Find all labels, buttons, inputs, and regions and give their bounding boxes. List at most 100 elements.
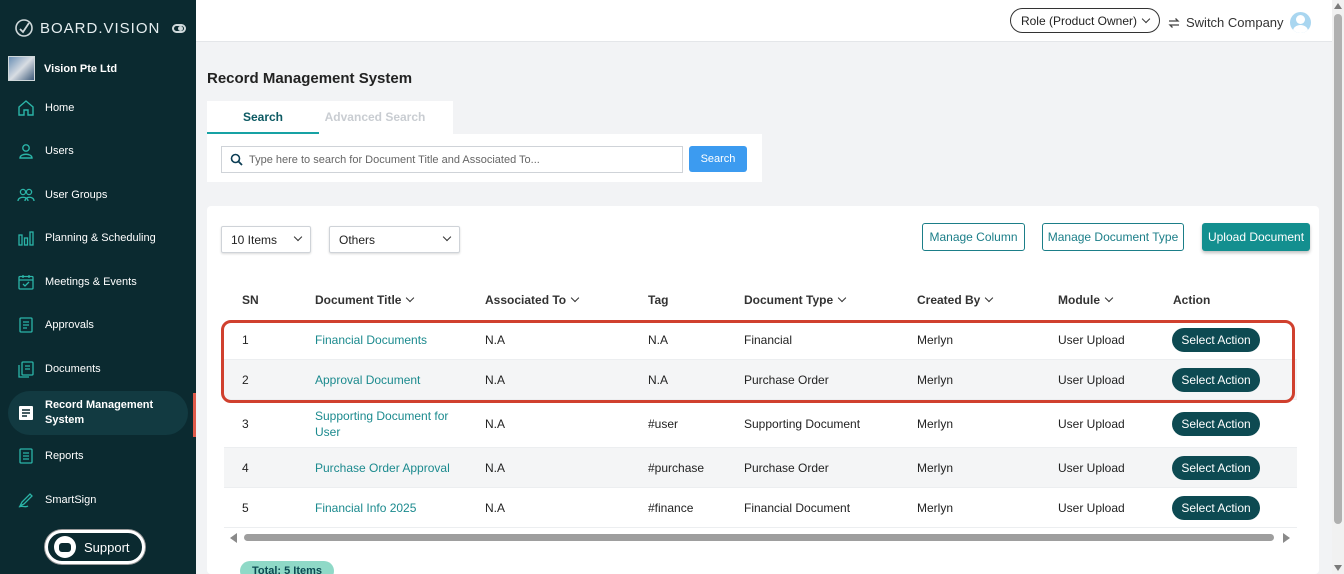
column-created-by-label: Created By (917, 293, 981, 307)
select-action-button[interactable]: Select Action (1172, 412, 1260, 436)
home-icon (18, 99, 34, 116)
select-action-button[interactable]: Select Action (1172, 456, 1260, 480)
column-associated-label: Associated To (485, 293, 567, 307)
scroll-left-icon[interactable] (230, 533, 237, 543)
page-title: Record Management System (207, 70, 413, 87)
column-header-title[interactable]: Document Title (315, 293, 415, 307)
cell-created-by: Merlyn (917, 501, 954, 515)
vertical-scrollbar[interactable] (1332, 0, 1344, 574)
sidebar-item-planning[interactable]: Planning & Scheduling (0, 217, 196, 261)
user-icon (19, 144, 33, 159)
reports-icon (19, 448, 33, 464)
cell-type: Supporting Document (744, 417, 861, 431)
documents-icon (18, 361, 34, 378)
switch-icon (1168, 17, 1180, 28)
top-bar: Role (Product Owner) Switch Company (196, 0, 1332, 42)
select-action-button[interactable]: Select Action (1172, 496, 1260, 520)
filter-value: Others (339, 232, 376, 247)
scroll-right-icon[interactable] (1283, 533, 1290, 543)
cell-module: User Upload (1058, 417, 1125, 431)
sidebar-item-record-management[interactable]: Record Management System (8, 390, 188, 435)
company-name: Vision Pte Ltd (44, 62, 118, 75)
brand-mark-icon (15, 19, 33, 37)
scroll-down-icon[interactable] (1334, 565, 1342, 571)
cell-associated: N.A (485, 501, 506, 515)
bar-chart-icon (18, 231, 34, 246)
column-header-associated[interactable]: Associated To (485, 293, 580, 307)
chevron-down-icon (1141, 14, 1151, 23)
role-dropdown[interactable]: Role (Product Owner) (1010, 8, 1160, 33)
role-label: Role (Product Owner) (1020, 13, 1138, 28)
pen-icon (18, 492, 33, 508)
cell-title-link[interactable]: Supporting Document for User (315, 408, 455, 440)
cell-created-by: Merlyn (917, 417, 954, 431)
scrollbar-thumb[interactable] (1334, 14, 1342, 524)
cell-module: User Upload (1058, 501, 1125, 515)
column-header-type[interactable]: Document Type (744, 293, 847, 307)
table-row: 5 Financial Info 2025 N.A #finance Finan… (224, 488, 1297, 528)
search-button[interactable]: Search (689, 146, 747, 172)
switch-company-button[interactable]: Switch Company (1168, 12, 1311, 33)
filter-select[interactable]: Others (329, 226, 460, 253)
sidebar-item-user-groups[interactable]: User Groups (0, 173, 196, 217)
cell-sn: 3 (242, 417, 249, 431)
cell-title-link[interactable]: Financial Info 2025 (315, 501, 416, 515)
items-per-page-select[interactable]: 10 Items (221, 226, 311, 253)
sidebar-item-home[interactable]: Home (0, 86, 196, 130)
column-type-label: Document Type (744, 293, 834, 307)
cell-tag: #purchase (648, 461, 705, 475)
scroll-up-icon[interactable] (1334, 3, 1342, 9)
search-input[interactable] (249, 153, 669, 166)
brand-name: BOARD.VISION (40, 19, 161, 37)
cell-sn: 4 (242, 461, 249, 475)
chevron-down-icon (442, 232, 452, 241)
user-group-icon (17, 188, 35, 201)
search-panel: Search (207, 134, 762, 182)
sidebar-item-users[interactable]: Users (0, 130, 196, 174)
calendar-icon (18, 274, 34, 290)
sidebar-nav: Home Users User Groups Planning & Schedu… (0, 86, 196, 522)
tab-search[interactable]: Search (207, 101, 319, 134)
column-header-created-by[interactable]: Created By (917, 293, 994, 307)
search-field[interactable] (221, 146, 683, 173)
cell-title-link[interactable]: Purchase Order Approval (315, 461, 450, 475)
cell-type: Purchase Order (744, 461, 829, 475)
record-icon (19, 405, 33, 420)
column-header-sn: SN (242, 293, 259, 307)
support-button[interactable]: Support (45, 530, 145, 564)
cell-tag: #finance (648, 501, 694, 515)
search-icon (230, 153, 243, 166)
horizontal-scrollbar[interactable] (230, 532, 1290, 543)
column-header-module[interactable]: Module (1058, 293, 1114, 307)
upload-document-button[interactable]: Upload Document (1202, 223, 1310, 251)
items-per-page-value: 10 Items (231, 232, 278, 247)
cell-created-by: Merlyn (917, 461, 954, 475)
company-logo (8, 56, 35, 81)
cell-tag: #user (648, 417, 679, 431)
sidebar-item-approvals[interactable]: Approvals (0, 304, 196, 348)
total-items-badge: Total: 5 Items (240, 561, 334, 574)
selection-highlight (221, 320, 1295, 403)
support-label: Support (84, 539, 130, 555)
chat-bubble-icon (54, 536, 76, 558)
table-row: 4 Purchase Order Approval N.A #purchase … (224, 448, 1297, 488)
sidebar-item-smartsign[interactable]: SmartSign (0, 478, 196, 522)
switch-company-label: Switch Company (1186, 15, 1284, 30)
chevron-down-icon (1104, 293, 1114, 303)
cell-type: Financial Document (744, 501, 851, 515)
column-module-label: Module (1058, 293, 1100, 307)
manage-document-type-button[interactable]: Manage Document Type (1042, 223, 1184, 251)
search-tabs: Search Advanced Search (207, 101, 453, 134)
sidebar-item-reports[interactable]: Reports (0, 435, 196, 479)
column-header-tag: Tag (648, 293, 669, 307)
sidebar-toggle-icon[interactable] (172, 24, 186, 33)
column-header-action: Action (1173, 293, 1211, 307)
company-switcher[interactable]: Vision Pte Ltd (8, 56, 117, 81)
sidebar-item-documents[interactable]: Documents (0, 347, 196, 391)
sidebar-item-meetings[interactable]: Meetings & Events (0, 260, 196, 304)
scrollbar-thumb[interactable] (244, 534, 1274, 541)
brand-logo[interactable]: BOARD.VISION (14, 18, 160, 38)
manage-column-button[interactable]: Manage Column (922, 223, 1025, 251)
avatar[interactable] (1289, 12, 1311, 33)
tab-advanced-search[interactable]: Advanced Search (319, 101, 431, 134)
